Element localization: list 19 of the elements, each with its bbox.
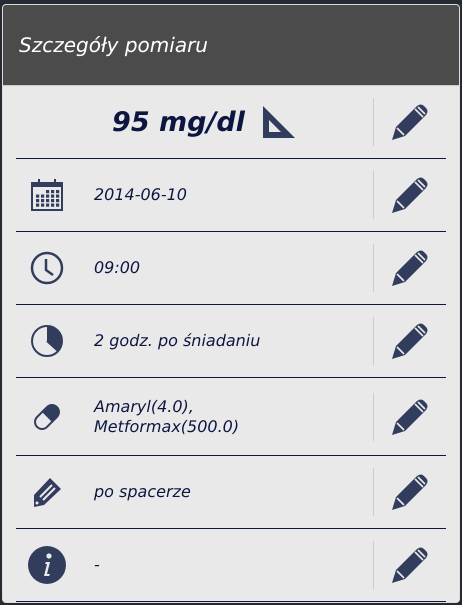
- pencil-icon: [391, 322, 429, 360]
- pencil-icon: [391, 249, 429, 287]
- measurement-value: 95 mg/dl: [112, 106, 245, 138]
- pencil-icon: [391, 176, 429, 214]
- info-icon: [27, 545, 67, 585]
- detail-text: Amaryl(4.0), Metformax(500.0): [92, 397, 240, 436]
- pencil-icon: [391, 546, 429, 584]
- pencil-icon: [391, 103, 429, 141]
- clock-icon: [30, 251, 64, 285]
- detail-text: 2 godz. po śniadaniu: [93, 331, 262, 351]
- detail-text: 09:00: [93, 258, 142, 278]
- dialog-title: Szczegóły pomiaru: [19, 33, 208, 57]
- detail-text: po spacerze: [93, 482, 192, 502]
- pencil-icon: [391, 398, 429, 436]
- detail-text: -: [93, 555, 101, 575]
- pencil-icon: [391, 473, 429, 511]
- detail-text: 2014-06-10: [93, 185, 188, 205]
- clock-quarter-icon: [30, 324, 64, 358]
- calendar-icon: [30, 178, 64, 212]
